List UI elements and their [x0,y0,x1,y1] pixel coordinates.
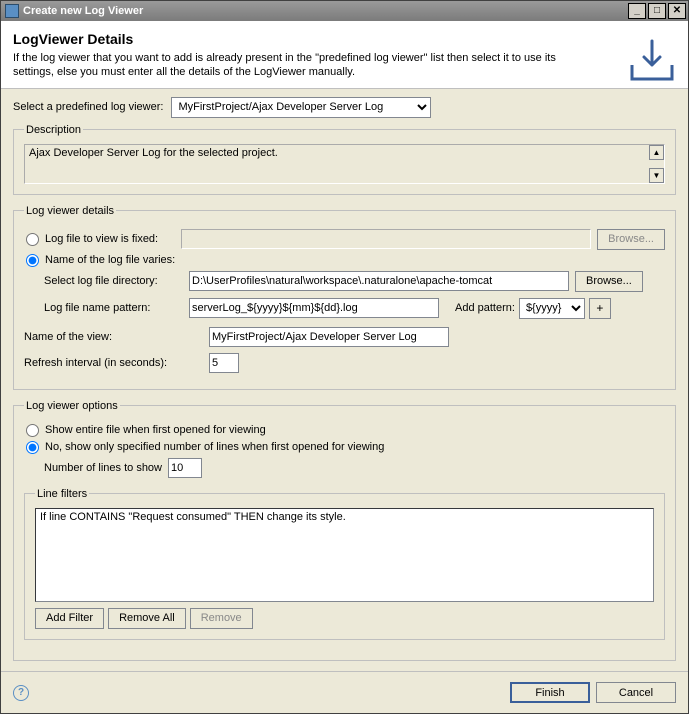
cancel-button[interactable]: Cancel [596,682,676,703]
radio-partial[interactable] [26,441,39,454]
options-fieldset: Log viewer options Show entire file when… [13,400,676,661]
titlebar: Create new Log Viewer _ □ ✕ [1,1,688,21]
import-icon [628,37,676,85]
options-legend: Log viewer options [24,400,120,412]
pattern-label: Log file name pattern: [44,302,189,314]
scroll-up-icon[interactable]: ▲ [649,145,664,160]
add-pattern-select[interactable]: ${yyyy} [519,298,585,319]
radio-fixed-label: Log file to view is fixed: [45,233,181,245]
description-legend: Description [24,124,83,136]
close-button[interactable]: ✕ [668,3,686,19]
refresh-row: Refresh interval (in seconds): [24,353,665,373]
directory-input[interactable] [189,271,569,291]
page-title: LogViewer Details [13,31,676,47]
description-text-area: Ajax Developer Server Log for the select… [24,144,665,184]
predefined-select[interactable]: MyFirstProject/Ajax Developer Server Log [171,97,431,118]
fixed-path-input [181,229,591,249]
remove-all-button[interactable]: Remove All [108,608,186,629]
content-area: Select a predefined log viewer: MyFirstP… [1,89,688,671]
lines-row: Number of lines to show [24,458,665,478]
directory-label: Select log file directory: [44,275,189,287]
add-pattern-button[interactable]: + [589,298,611,319]
radio-entire-row: Show entire file when first opened for v… [24,424,665,437]
add-pattern-label: Add pattern: [455,302,515,314]
directory-row: Select log file directory: Browse... [44,271,665,292]
refresh-input[interactable] [209,353,239,373]
description-text: Ajax Developer Server Log for the select… [29,147,278,159]
radio-varies-label: Name of the log file varies: [45,254,175,266]
header-section: LogViewer Details If the log viewer that… [1,21,688,89]
remove-button: Remove [190,608,253,629]
filters-fieldset: Line filters If line CONTAINS "Request c… [24,488,665,640]
radio-fixed-row: Log file to view is fixed: Browse... [24,229,665,250]
radio-entire[interactable] [26,424,39,437]
scroll-down-icon[interactable]: ▼ [649,168,664,183]
finish-button[interactable]: Finish [510,682,590,703]
browse-dir-button[interactable]: Browse... [575,271,643,292]
details-fieldset: Log viewer details Log file to view is f… [13,205,676,390]
page-subtitle: If the log viewer that you want to add i… [13,51,573,80]
predefined-row: Select a predefined log viewer: MyFirstP… [13,97,676,118]
help-icon[interactable]: ? [13,685,29,701]
view-name-label: Name of the view: [24,331,209,343]
window-title: Create new Log Viewer [23,5,626,17]
add-filter-button[interactable]: Add Filter [35,608,104,629]
pattern-input[interactable] [189,298,439,318]
radio-entire-label: Show entire file when first opened for v… [45,424,266,436]
varies-sub-section: Select log file directory: Browse... Log… [24,271,665,319]
radio-partial-label: No, show only specified number of lines … [45,441,384,453]
dialog-window: Create new Log Viewer _ □ ✕ LogViewer De… [0,0,689,714]
footer: ? Finish Cancel [1,671,688,713]
description-fieldset: Description Ajax Developer Server Log fo… [13,124,676,195]
radio-fixed[interactable] [26,233,39,246]
predefined-label: Select a predefined log viewer: [13,101,163,113]
minimize-button[interactable]: _ [628,3,646,19]
lines-label: Number of lines to show [44,462,162,474]
lines-input[interactable] [168,458,202,478]
radio-varies-row: Name of the log file varies: [24,254,665,267]
view-name-input[interactable] [209,327,449,347]
filter-item[interactable]: If line CONTAINS "Request consumed" THEN… [40,511,649,523]
filters-legend: Line filters [35,488,89,500]
filters-button-row: Add Filter Remove All Remove [35,608,654,629]
refresh-label: Refresh interval (in seconds): [24,357,209,369]
details-legend: Log viewer details [24,205,116,217]
window-icon [5,4,19,18]
radio-varies[interactable] [26,254,39,267]
maximize-button[interactable]: □ [648,3,666,19]
pattern-row: Log file name pattern: Add pattern: ${yy… [44,298,665,319]
radio-partial-row: No, show only specified number of lines … [24,441,665,454]
browse-fixed-button: Browse... [597,229,665,250]
view-name-row: Name of the view: [24,327,665,347]
filters-list[interactable]: If line CONTAINS "Request consumed" THEN… [35,508,654,602]
